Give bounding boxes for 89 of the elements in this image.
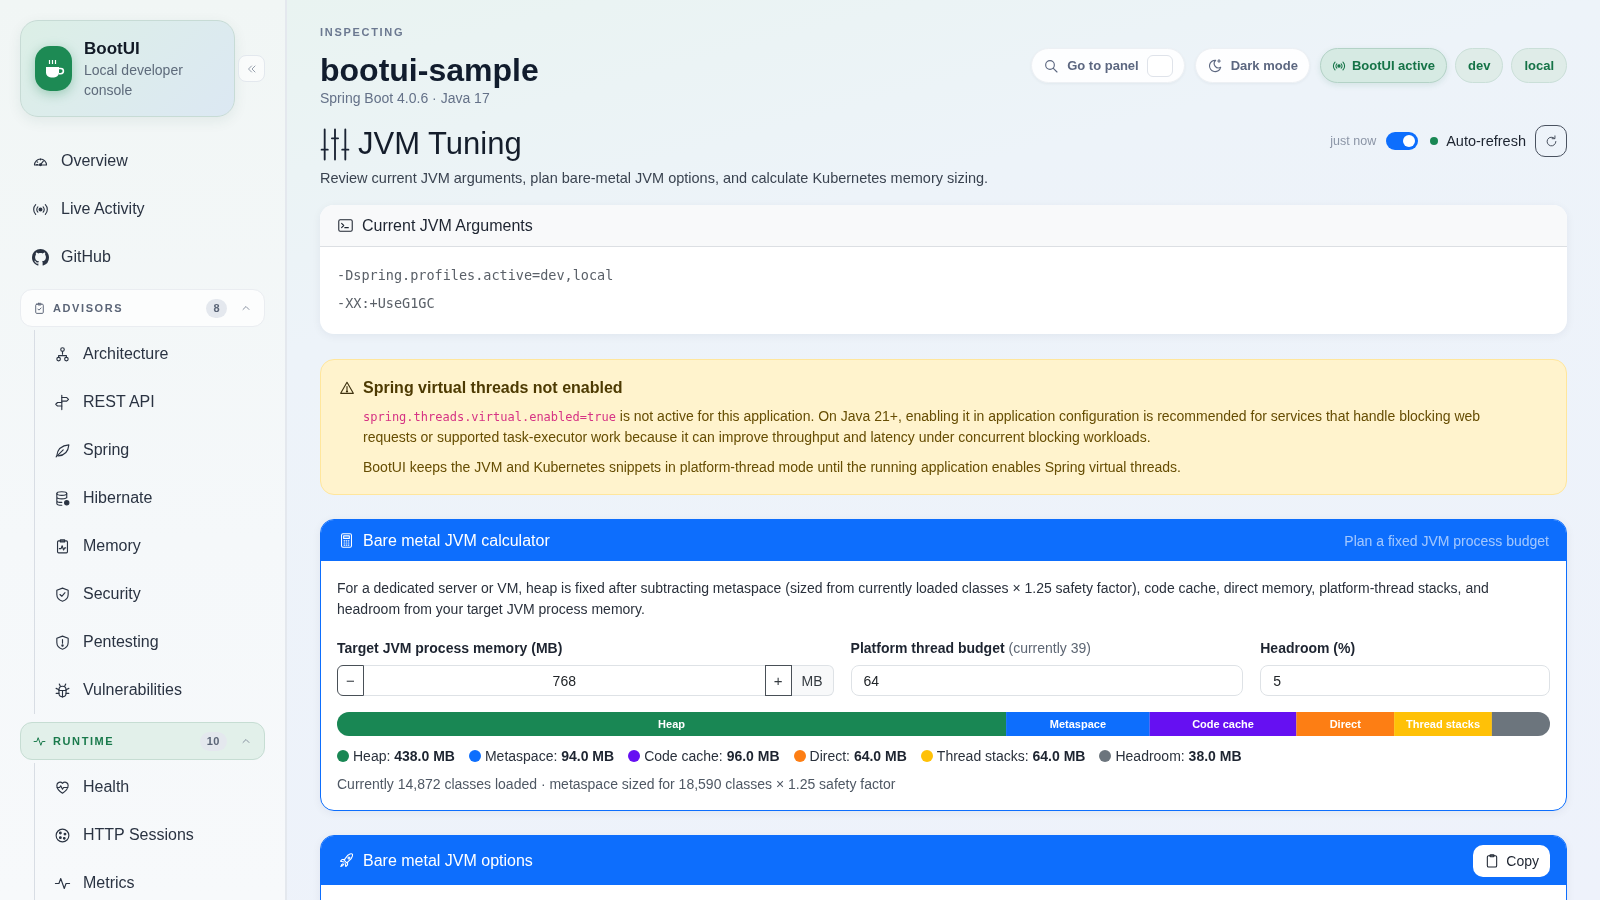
- nav-item[interactable]: Security: [54, 570, 265, 618]
- eyebrow-label: INSPECTING: [320, 25, 406, 40]
- field-label: Headroom (%): [1260, 639, 1357, 658]
- legend-label: Code cache: 96.0 MB: [644, 747, 780, 766]
- bar-label: Thread stacks: [1406, 718, 1480, 730]
- nav-item[interactable]: HTTP Sessions: [54, 811, 265, 859]
- nav-item[interactable]: REST API: [54, 378, 265, 426]
- nav-group-header[interactable]: RUNTIME 10: [20, 722, 265, 760]
- increment-button[interactable]: +: [764, 665, 792, 696]
- unit-label: MB: [791, 665, 834, 696]
- nav-item[interactable]: Health: [54, 763, 265, 811]
- decrement-button[interactable]: −: [337, 665, 364, 696]
- nav-item[interactable]: Vulnerabilities: [54, 666, 265, 714]
- nav-item[interactable]: GitHub: [20, 233, 265, 281]
- signpost-icon: [54, 393, 71, 411]
- calculator-icon: [338, 532, 355, 549]
- warning-text: spring.threads.virtual.enabled=true is not active for this application. On Java 21+, enabling it in application configuration is recommended for services that handle blocking web requests or supported task-executor work because it can improve throughput and latency under concurrent blocking workloads.: [363, 407, 1482, 447]
- app-version: Spring Boot 4.0.6 · Java 17: [320, 89, 491, 108]
- terminal-icon: [337, 217, 354, 234]
- bar-label: Direct: [1329, 718, 1361, 730]
- auto-refresh-toggle[interactable]: [1386, 132, 1419, 150]
- legend-label: Heap: 438.0 MB: [353, 747, 455, 766]
- database-icon: [54, 489, 71, 507]
- bar-label: Heap: [658, 718, 685, 730]
- status-label: BootUI active: [1351, 58, 1435, 73]
- copy-button[interactable]: Copy: [1473, 844, 1550, 877]
- jvm-argument: -XX:+UseG1GC: [337, 294, 436, 313]
- key-cap-icon: [1146, 54, 1173, 77]
- sliders-icon: [320, 127, 350, 161]
- count-badge: 10: [199, 731, 227, 751]
- profile-badge: dev: [1454, 48, 1504, 83]
- card-title: Current JVM Arguments: [362, 216, 533, 235]
- brand-title: BootUI: [84, 37, 141, 60]
- coffee-cup-icon: [35, 46, 72, 91]
- shield-check-icon: [54, 585, 71, 603]
- profile-badge: local: [1511, 48, 1567, 83]
- field-label: Target JVM process memory (MB): [337, 639, 564, 658]
- github-icon: [32, 248, 49, 266]
- bug-icon: [54, 681, 71, 699]
- refresh-button[interactable]: [1535, 125, 1567, 157]
- legend-label: Headroom: 38.0 MB: [1115, 747, 1242, 766]
- nav-item[interactable]: Live Activity: [20, 185, 265, 233]
- calculator-description: For a dedicated server or VM, heap is fixed after subtracting metaspace (sized from currently loaded classes × 1.25 safety factor), code cache, direct memory, platform-thread stacks, and headroom from your target JVM process memory.: [337, 579, 1490, 619]
- warning-title: Spring virtual threads not enabled: [363, 378, 624, 398]
- count-badge: 8: [206, 298, 227, 318]
- warning-icon: [339, 380, 355, 396]
- nav-item[interactable]: Overview: [20, 137, 265, 185]
- rocket-icon: [338, 852, 355, 869]
- search-button[interactable]: Go to panel: [1031, 48, 1185, 83]
- nav-item[interactable]: Hibernate: [54, 474, 265, 522]
- moon-stars-icon: [1206, 57, 1223, 74]
- clipboard-pulse-icon: [54, 537, 71, 555]
- last-updated-label: just now: [1330, 134, 1377, 148]
- number-input[interactable]: 64: [850, 665, 1244, 696]
- bar-label: Metaspace: [1049, 718, 1107, 730]
- bar-label: Code cache: [1192, 718, 1254, 730]
- warning-text: BootUI keeps the JVM and Kubernetes snippets in platform-thread mode until the running application enables Spring virtual threads.: [363, 458, 1182, 477]
- nav-item[interactable]: Memory: [54, 522, 265, 570]
- legend-label: Direct: 64.0 MB: [809, 747, 907, 766]
- auto-refresh-label: Auto-refresh: [1446, 133, 1526, 149]
- number-input[interactable]: 5: [1260, 665, 1550, 696]
- page-title: JVM Tuning: [358, 125, 522, 163]
- card-title: Bare metal JVM calculator: [363, 531, 550, 550]
- number-input[interactable]: 768: [364, 665, 765, 696]
- diagram-icon: [54, 345, 71, 363]
- nav-item[interactable]: Pentesting: [54, 618, 265, 666]
- page-description: Review current JVM arguments, plan bare-metal JVM options, and calculate Kubernetes memory sizing.: [320, 169, 990, 188]
- card-title: Bare metal JVM options: [363, 851, 533, 870]
- legend-label: Thread stacks: 64.0 MB: [936, 747, 1086, 766]
- nav-item[interactable]: Metrics: [54, 859, 265, 900]
- shield-exclamation-icon: [54, 633, 71, 651]
- leaf-icon: [54, 441, 71, 459]
- double-chevron-left-icon: [245, 62, 258, 75]
- app-name: bootui-sample: [320, 52, 539, 88]
- jvm-argument: -Dspring.profiles.active=dev,local: [337, 266, 615, 285]
- dark-mode-button[interactable]: Dark mode: [1194, 48, 1310, 83]
- search-icon: [1043, 57, 1060, 74]
- clipboard-check-icon: [33, 301, 46, 315]
- nav-item[interactable]: Spring: [54, 426, 265, 474]
- calculator-footnote: Currently 14,872 classes loaded · metaspace sized for 18,590 classes × 1.25 safety factor: [337, 775, 897, 794]
- calculator-hint: Plan a fixed JVM process budget: [1344, 532, 1549, 549]
- status-dot-icon: [1430, 137, 1439, 145]
- pulse-icon: [33, 734, 46, 748]
- brand-subtitle: Local developer console: [84, 60, 184, 100]
- nav-item[interactable]: Architecture: [54, 330, 265, 378]
- nav-group-header[interactable]: ADVISORS 8: [20, 289, 265, 327]
- legend-label: Metaspace: 94.0 MB: [484, 747, 615, 766]
- cookie-icon: [54, 826, 71, 844]
- field-label: Platform thread budget (currently 39): [850, 639, 1092, 658]
